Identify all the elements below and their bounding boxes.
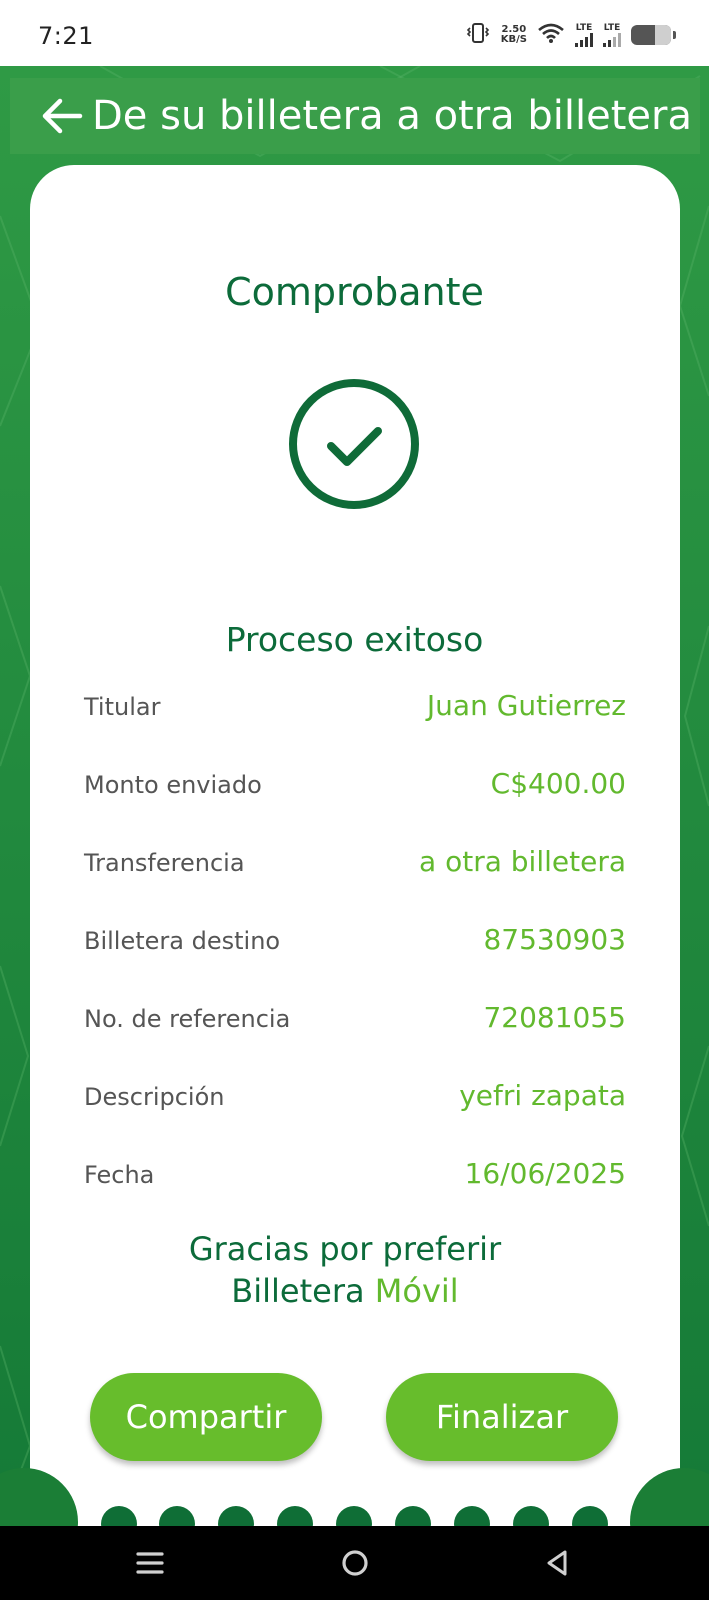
- detail-row-destino: Billetera destino 87530903: [84, 919, 626, 997]
- menu-icon: [136, 1552, 164, 1574]
- system-back-button[interactable]: [497, 1526, 617, 1600]
- detail-label: Transferencia: [84, 849, 245, 877]
- network-speed: 2.50 KB/S: [501, 25, 527, 45]
- triangle-back-icon: [547, 1550, 567, 1576]
- thanks-brand-billetera: Billetera: [231, 1272, 365, 1310]
- home-circle-icon: [342, 1550, 368, 1576]
- detail-row-fecha: Fecha 16/06/2025: [84, 1153, 626, 1231]
- status-text: Proceso exitoso: [225, 620, 484, 659]
- detail-value: yefri zapata: [459, 1079, 626, 1112]
- receipt-details: Titular Juan Gutierrez Monto enviado C$4…: [84, 685, 626, 1231]
- vibrate-icon: [465, 22, 491, 49]
- detail-label: Descripción: [84, 1083, 225, 1111]
- home-button[interactable]: [295, 1526, 415, 1600]
- arrow-left-icon: [42, 98, 83, 134]
- status-time: 7:21: [38, 22, 94, 50]
- back-button[interactable]: [34, 78, 90, 154]
- app-header: De su billetera a otra billetera: [10, 78, 700, 154]
- sim1-signal: LTE: [575, 23, 593, 47]
- page-title: De su billetera a otra billetera: [92, 93, 692, 139]
- receipt-title: Comprobante: [225, 270, 484, 314]
- finish-button[interactable]: Finalizar: [386, 1373, 618, 1461]
- detail-label: Monto enviado: [84, 771, 262, 799]
- detail-label: Titular: [84, 693, 161, 721]
- recent-apps-button[interactable]: [90, 1526, 210, 1600]
- network-speed-unit: KB/S: [500, 34, 527, 45]
- detail-value: 87530903: [483, 923, 626, 956]
- signal-icon: [575, 33, 593, 47]
- share-button[interactable]: Compartir: [90, 1373, 322, 1461]
- detail-value: C$400.00: [490, 767, 626, 800]
- detail-row-monto: Monto enviado C$400.00: [84, 763, 626, 841]
- detail-label: Billetera destino: [84, 927, 281, 955]
- status-bar: 7:21 2.50 KB/S LTE LTE: [0, 0, 709, 66]
- detail-row-descripcion: Descripción yefri zapata: [84, 1075, 626, 1153]
- system-nav-bar: [0, 1526, 709, 1600]
- detail-value: 72081055: [483, 1001, 626, 1034]
- thanks-message: Gracias por preferir Billetera Móvil: [0, 1228, 690, 1312]
- detail-value: a otra billetera: [419, 845, 626, 878]
- battery-icon: [631, 25, 676, 45]
- detail-row-referencia: No. de referencia 72081055: [84, 997, 626, 1075]
- check-circle-icon: [288, 378, 420, 510]
- battery-level: [655, 25, 671, 45]
- thanks-line-1: Gracias por preferir: [188, 1230, 502, 1268]
- thanks-line-2: Billetera Móvil: [0, 1270, 690, 1312]
- status-icons: 2.50 KB/S LTE LTE: [465, 20, 676, 50]
- wifi-icon: [537, 22, 565, 48]
- detail-label: No. de referencia: [84, 1005, 291, 1033]
- detail-value: 16/06/2025: [464, 1157, 626, 1190]
- detail-row-titular: Titular Juan Gutierrez: [84, 685, 626, 763]
- detail-value: Juan Gutierrez: [426, 689, 626, 722]
- sim1-label: LTE: [575, 23, 593, 33]
- detail-row-transferencia: Transferencia a otra billetera: [84, 841, 626, 919]
- signal-icon: [603, 33, 621, 47]
- sim2-label: LTE: [603, 23, 621, 33]
- detail-label: Fecha: [84, 1161, 155, 1189]
- thanks-brand-movil: Móvil: [374, 1272, 459, 1310]
- sim2-signal: LTE: [603, 23, 621, 47]
